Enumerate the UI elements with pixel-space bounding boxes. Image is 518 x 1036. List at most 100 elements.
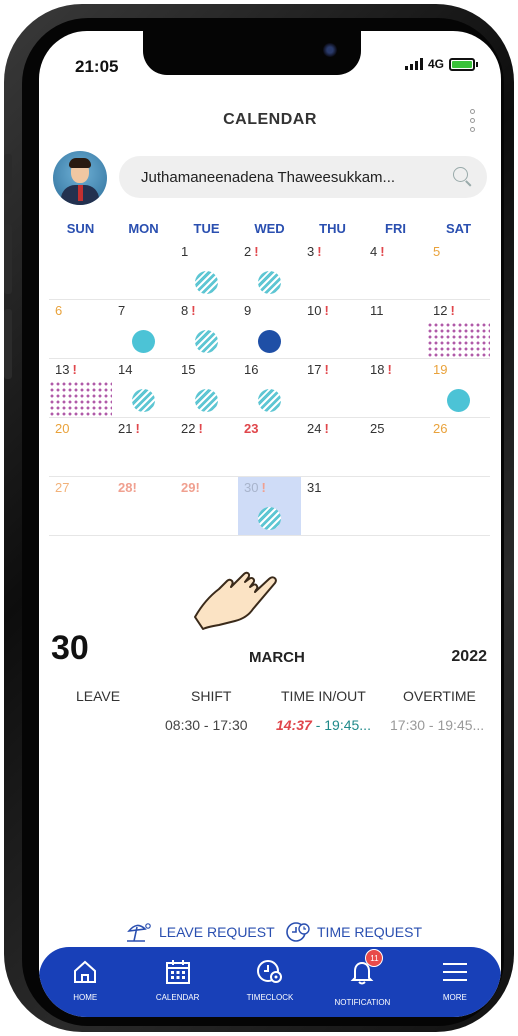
day-number: 14 (118, 362, 132, 377)
time-request-button[interactable]: TIME REQUEST (285, 921, 422, 943)
nav-more[interactable]: MORE (409, 947, 501, 1017)
day-cell[interactable]: 14 (112, 359, 175, 418)
day-cell[interactable]: 5 (427, 241, 490, 300)
day-number-text: 11 (370, 303, 384, 318)
calendar-week: 27 28! 29! 30! 31 (49, 477, 491, 536)
overtime-value: 17:30 - 19:45... (390, 717, 485, 733)
home-icon (74, 960, 97, 983)
nav-notification-label: NOTIFICATION (334, 998, 391, 1007)
day-cell[interactable]: 24! (301, 418, 364, 477)
avatar[interactable] (53, 151, 107, 205)
month-calendar: SUN MON TUE WED THU FRI SAT 1 2! 3! 4! 5 6 7 8! 9 10! 11… (49, 221, 491, 536)
day-cell[interactable]: 28! (112, 477, 175, 536)
day-number-text: 14 (118, 362, 133, 377)
day-cell[interactable]: 11 (364, 300, 427, 359)
beach-umbrella-icon (127, 923, 151, 942)
day-number: 3! (307, 244, 322, 259)
column-shift: SHIFT (191, 688, 232, 704)
day-cell[interactable]: 9 (238, 300, 301, 359)
time-request-label: TIME REQUEST (317, 924, 423, 940)
nav-calendar[interactable]: CALENDAR (131, 947, 223, 1017)
day-number: 6 (55, 303, 62, 318)
day-number: 22! (181, 421, 203, 436)
bottom-nav: HOME CALENDAR TIMECLOCK 11 NOTIFICATION … (39, 947, 501, 1017)
day-marker-striped (195, 330, 218, 353)
day-marker-striped (195, 389, 218, 412)
day-cell[interactable]: 3! (301, 241, 364, 300)
day-number: 30! (244, 480, 266, 495)
day-cell[interactable]: 6 (49, 300, 112, 359)
day-marker-navy (258, 330, 281, 353)
day-number-text: 25 (370, 421, 385, 436)
calendar-icon (165, 960, 190, 984)
day-number-text: 27 (55, 480, 70, 495)
day-cell[interactable]: 10! (301, 300, 364, 359)
day-cell[interactable]: 17! (301, 359, 364, 418)
day-number-text: 22 (181, 421, 196, 436)
volume-down-button (4, 309, 12, 379)
day-number: 10! (307, 303, 329, 318)
nav-notification[interactable]: 11 NOTIFICATION (316, 947, 408, 1017)
day-number-text: 23 (244, 421, 259, 436)
day-number: 2! (244, 244, 259, 259)
empty-day-cell (427, 477, 490, 536)
day-number: 28! (118, 480, 137, 495)
day-cell[interactable]: 7 (112, 300, 175, 359)
day-cell[interactable]: 16 (238, 359, 301, 418)
notch (143, 31, 361, 75)
day-number-text: 29! (181, 480, 200, 495)
day-cell[interactable]: 2! (238, 241, 301, 300)
day-cell[interactable]: 8! (175, 300, 238, 359)
alert-flag: ! (324, 362, 329, 377)
day-cell[interactable]: 1 (175, 241, 238, 300)
day-marker-striped (258, 389, 281, 412)
day-cell[interactable]: 29! (175, 477, 238, 536)
day-number: 8! (181, 303, 196, 318)
nav-home[interactable]: HOME (39, 947, 131, 1017)
employee-search[interactable]: Juthamaneenadena Thaweesukkam... (119, 156, 487, 198)
day-number: 17! (307, 362, 329, 377)
time-in-out-value: 14:37 - 19:45... (276, 717, 371, 733)
day-cell[interactable]: 25 (364, 418, 427, 477)
day-cell[interactable]: 4! (364, 241, 427, 300)
day-cell[interactable]: 20 (49, 418, 112, 477)
nav-more-label: MORE (442, 993, 467, 1002)
day-number-text: 4 (370, 244, 378, 259)
day-number-text: 12 (433, 303, 448, 318)
day-cell[interactable]: 27 (49, 477, 112, 536)
day-cell[interactable]: 13! (49, 359, 112, 418)
day-cell[interactable]: 30! (238, 477, 301, 536)
weekday-mon: MON (128, 221, 159, 236)
day-cell[interactable]: 31 (301, 477, 364, 536)
day-number-text: 28! (118, 480, 137, 495)
day-cell[interactable]: 18! (364, 359, 427, 418)
pointing-hand-icon (194, 571, 277, 630)
day-cell[interactable]: 12! (427, 300, 490, 359)
leave-request-button[interactable]: LEAVE REQUEST (125, 921, 275, 943)
day-number: 25 (370, 421, 384, 436)
alert-flag: ! (261, 480, 266, 495)
column-time-in-out: TIME IN/OUT (281, 688, 366, 704)
day-marker-dots (427, 322, 490, 358)
day-number-text: 2 (244, 244, 252, 259)
day-cell[interactable]: 19 (427, 359, 490, 418)
day-number-text: 24 (307, 421, 322, 436)
day-cell[interactable]: 23 (238, 418, 301, 477)
alert-flag: ! (254, 244, 259, 259)
more-options-icon[interactable] (470, 109, 475, 132)
search-input[interactable]: Juthamaneenadena Thaweesukkam... (141, 169, 453, 186)
alert-flag: ! (380, 244, 385, 259)
day-cell[interactable]: 21! (112, 418, 175, 477)
day-number-text: 17 (307, 362, 322, 377)
leave-request-label: LEAVE REQUEST (159, 924, 275, 940)
time-out: - 19:45... (311, 717, 371, 733)
nav-timeclock[interactable]: TIMECLOCK (224, 947, 316, 1017)
day-number: 29! (181, 480, 200, 495)
day-cell[interactable]: 15 (175, 359, 238, 418)
day-number: 27 (55, 480, 69, 495)
day-number-text: 10 (307, 303, 322, 318)
day-cell[interactable]: 22! (175, 418, 238, 477)
day-number: 18! (370, 362, 392, 377)
search-icon[interactable] (453, 167, 473, 187)
day-cell[interactable]: 26 (427, 418, 490, 477)
